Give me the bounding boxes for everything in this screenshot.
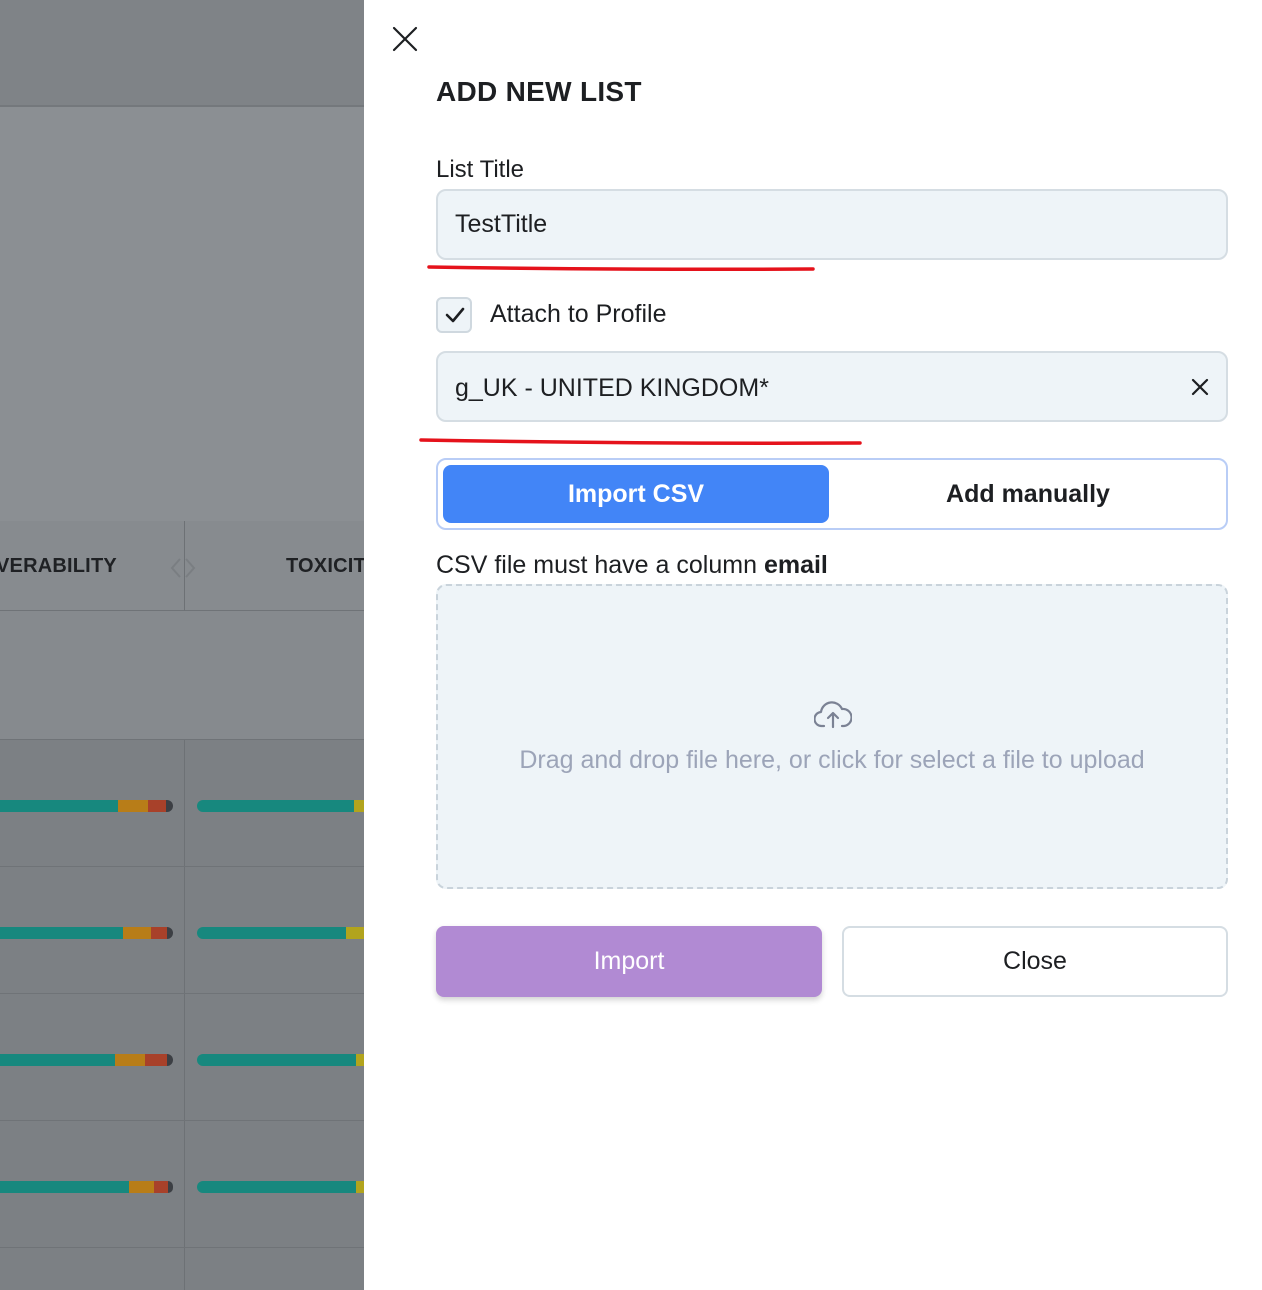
- tab-import-csv[interactable]: Import CSV: [443, 465, 829, 523]
- csv-hint: CSV file must have a column email: [436, 551, 828, 580]
- column-header: TOXICIT: [286, 555, 364, 577]
- background-table-header: VERABILITY TOXICIT: [0, 521, 364, 611]
- table-row: [0, 867, 364, 994]
- background-topbar: [0, 0, 364, 107]
- csv-hint-text: CSV file must have a column: [436, 551, 757, 579]
- drawer-title: ADD NEW LIST: [436, 76, 642, 107]
- background-panel: [0, 107, 364, 521]
- tab-add-manually[interactable]: Add manually: [836, 465, 1220, 523]
- csv-hint-column: email: [763, 551, 828, 579]
- clear-selection-icon[interactable]: [1188, 375, 1212, 399]
- profile-select[interactable]: g_UK - UNITED KINGDOM*: [436, 351, 1228, 422]
- table-row: [0, 611, 364, 740]
- sort-icon: [170, 558, 196, 578]
- close-icon[interactable]: [390, 24, 420, 54]
- import-button[interactable]: Import: [436, 926, 822, 997]
- table-row: [0, 994, 364, 1121]
- score-bar: [197, 800, 364, 812]
- score-bar: [0, 800, 173, 812]
- list-title-input[interactable]: [436, 189, 1228, 260]
- column-header: VERABILITY: [0, 555, 117, 577]
- score-bar: [0, 1181, 173, 1193]
- annotation-underline: [419, 438, 862, 445]
- add-list-drawer: ADD NEW LIST List Title Attach to Profil…: [364, 0, 1262, 1290]
- table-row: [0, 1121, 364, 1248]
- score-bar: [0, 927, 173, 939]
- import-mode-tabs: Import CSV Add manually: [436, 458, 1228, 530]
- annotation-underline: [427, 265, 815, 271]
- profile-select-value: g_UK - UNITED KINGDOM*: [455, 374, 769, 402]
- score-bar: [197, 1054, 364, 1066]
- close-button[interactable]: Close: [842, 926, 1228, 997]
- file-dropzone[interactable]: Drag and drop file here, or click for se…: [436, 584, 1228, 889]
- cloud-upload-icon: [814, 701, 852, 729]
- list-title-label: List Title: [436, 156, 525, 183]
- dropzone-text: Drag and drop file here, or click for se…: [519, 746, 1145, 774]
- background-table: VERABILITY TOXICIT: [0, 521, 364, 1290]
- background-overlay: VERABILITY TOXICIT: [0, 0, 364, 1290]
- checkmark-icon: [445, 307, 465, 323]
- score-bar: [197, 1181, 364, 1193]
- score-bar: [197, 927, 364, 939]
- table-row: [0, 740, 364, 867]
- score-bar: [0, 1054, 173, 1066]
- attach-to-profile-label: Attach to Profile: [490, 300, 667, 328]
- attach-to-profile-checkbox[interactable]: [436, 297, 472, 333]
